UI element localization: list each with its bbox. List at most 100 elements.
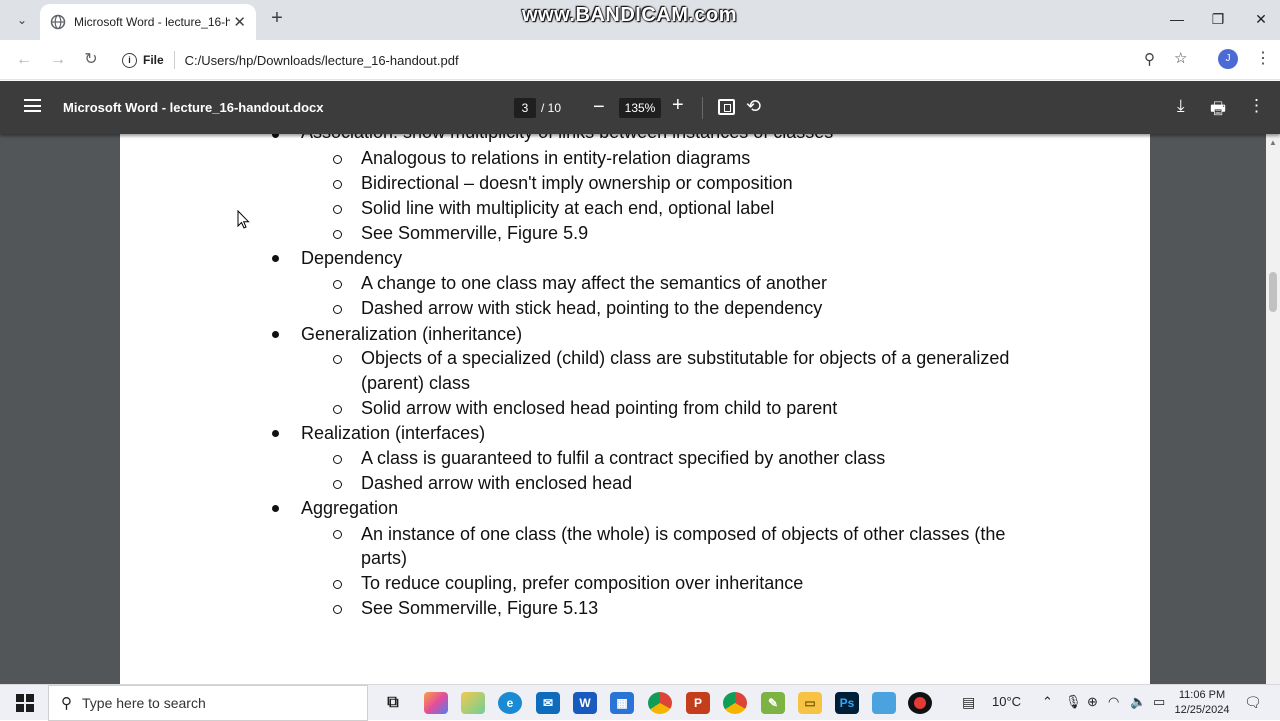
zoom-level-input[interactable]: 135%	[619, 98, 661, 118]
bullet	[272, 430, 279, 437]
address-bar[interactable]: i File C:/Users/hp/Downloads/lecture_16-…	[114, 45, 1204, 75]
close-window-button[interactable]: ✕	[1246, 8, 1276, 32]
hamburger-menu-icon[interactable]	[24, 99, 41, 112]
bullet	[272, 505, 279, 512]
doc-line-association: Association: show multiplicity of links …	[301, 134, 833, 143]
page-number-input[interactable]: 3	[514, 98, 536, 118]
pdf-more-icon[interactable]: ⋮	[1248, 96, 1265, 116]
record-icon[interactable]	[908, 692, 932, 714]
chrome-profile-icon[interactable]	[723, 692, 747, 714]
zoom-magnifier-icon[interactable]: ⚲	[1144, 50, 1155, 68]
zoom-in-icon[interactable]: +	[672, 94, 684, 117]
download-icon[interactable]: ⤓	[1177, 96, 1185, 116]
news-icon[interactable]: ▤	[962, 694, 975, 711]
battery-icon[interactable]: ▭	[1153, 694, 1165, 710]
doc-line: Analogous to relations in entity-relatio…	[361, 148, 751, 168]
chevron-up-icon[interactable]: ⌃	[1042, 694, 1053, 710]
site-info-chip[interactable]: i File	[122, 52, 164, 68]
new-tab-button[interactable]: +	[266, 8, 288, 30]
restore-button[interactable]: ❐	[1203, 8, 1233, 32]
pdf-toolbar: Microsoft Word - lecture_16-handout.docx…	[0, 81, 1280, 134]
clock-time: 11:06 PM	[1178, 689, 1226, 701]
wifi-icon[interactable]: ◠	[1108, 694, 1119, 710]
minimize-button[interactable]: —	[1162, 8, 1192, 32]
tab-title: Microsoft Word - lecture_16-ha	[74, 15, 230, 29]
copilot-icon[interactable]	[424, 692, 448, 714]
search-placeholder: Type here to search	[82, 695, 206, 711]
bullet	[272, 255, 279, 262]
doc-line: Dashed arrow with enclosed head	[361, 473, 633, 493]
search-icon: ⚲	[61, 695, 72, 712]
doc-heading-generalization: Generalization (inheritance)	[301, 324, 523, 344]
widgets-icon[interactable]	[461, 692, 485, 714]
windows-start-icon[interactable]	[16, 694, 34, 712]
sub-bullet	[333, 405, 342, 414]
notepad-icon[interactable]: ✎	[761, 692, 785, 714]
volume-icon[interactable]: 🔈	[1130, 694, 1146, 710]
task-view-icon[interactable]: ⧉	[381, 692, 405, 714]
sub-bullet	[333, 230, 342, 239]
page-total: / 10	[541, 101, 562, 115]
globe-icon	[50, 14, 66, 30]
bandicam-watermark: www.BANDICAM.com	[522, 4, 738, 26]
bullet	[272, 331, 279, 338]
fit-page-icon[interactable]	[718, 99, 735, 115]
edge-icon[interactable]: e	[498, 692, 522, 714]
browser-menu-icon[interactable]: ⋮	[1255, 48, 1271, 68]
doc-line: Bidirectional – doesn't imply ownership …	[361, 173, 793, 193]
rotate-icon[interactable]: ⟲	[746, 96, 761, 117]
clock-date: 12/25/2024	[1174, 704, 1230, 716]
doc-heading-dependency: Dependency	[301, 248, 403, 268]
file-chip-label: File	[143, 53, 164, 67]
pdf-page: Association: show multiplicity of links …	[120, 134, 1150, 684]
mouse-cursor-icon	[237, 210, 250, 229]
bookmark-star-icon[interactable]: ☆	[1174, 49, 1187, 67]
info-icon: i	[122, 52, 137, 68]
doc-line: A class is guaranteed to fulfil a contra…	[361, 448, 886, 468]
app-icon[interactable]	[872, 692, 896, 714]
pdf-viewer[interactable]: Association: show multiplicity of links …	[0, 134, 1280, 684]
file-explorer-icon[interactable]: ▭	[798, 692, 822, 714]
doc-line: Solid line with multiplicity at each end…	[361, 198, 775, 218]
powerpoint-icon[interactable]: P	[686, 692, 710, 714]
microphone-icon[interactable]: 🎙	[1065, 694, 1082, 710]
mail-icon[interactable]: ✉	[536, 692, 560, 714]
language-icon[interactable]: ⊕	[1087, 694, 1098, 710]
doc-line: (parent) class	[361, 373, 471, 393]
photoshop-icon[interactable]: Ps	[835, 692, 859, 714]
store-icon[interactable]: ▦	[610, 692, 634, 714]
doc-line: Objects of a specialized (child) class a…	[361, 348, 1010, 368]
temperature[interactable]: 10°C	[992, 694, 1021, 709]
bullet	[272, 134, 279, 138]
sub-bullet	[333, 480, 342, 489]
scrollbar[interactable]: ▲	[1266, 134, 1280, 684]
reload-icon[interactable]: ↻	[79, 48, 103, 72]
scroll-thumb[interactable]	[1269, 272, 1277, 312]
url-text[interactable]: C:/Users/hp/Downloads/lecture_16-handout…	[185, 53, 459, 68]
toolbar-divider	[702, 97, 703, 119]
forward-arrow-icon[interactable]: →	[46, 48, 70, 72]
system-clock[interactable]: 11:06 PM 12/25/2024	[1170, 688, 1234, 718]
zoom-out-icon[interactable]: −	[593, 96, 605, 119]
sub-bullet	[333, 180, 342, 189]
back-arrow-icon[interactable]: ←	[12, 48, 36, 72]
sub-bullet	[333, 580, 342, 589]
pdf-title: Microsoft Word - lecture_16-handout.docx	[63, 100, 324, 115]
browser-tab[interactable]: Microsoft Word - lecture_16-ha ✕	[40, 4, 256, 40]
chrome-icon[interactable]	[648, 692, 672, 714]
sub-bullet	[333, 280, 342, 289]
sub-bullet	[333, 605, 342, 614]
tab-close-icon[interactable]: ✕	[233, 13, 246, 31]
doc-line: To reduce coupling, prefer composition o…	[361, 573, 804, 593]
print-icon[interactable]: 🖶	[1210, 96, 1226, 125]
profile-avatar[interactable]: J	[1218, 49, 1238, 69]
word-icon[interactable]: W	[573, 692, 597, 714]
tab-strip: ⌄ Microsoft Word - lecture_16-ha ✕ + www…	[0, 0, 1280, 40]
doc-line: Dashed arrow with stick head, pointing t…	[361, 298, 823, 318]
doc-line: See Sommerville, Figure 5.13	[361, 598, 599, 618]
taskbar-search[interactable]: ⚲ Type here to search	[48, 685, 368, 721]
notification-icon[interactable]: 🗨	[1244, 694, 1262, 711]
scroll-up-arrow-icon[interactable]: ▲	[1269, 138, 1277, 147]
tab-search-button[interactable]: ⌄	[10, 8, 34, 32]
browser-toolbar: ← → ↻ i File C:/Users/hp/Downloads/lectu…	[0, 40, 1280, 80]
